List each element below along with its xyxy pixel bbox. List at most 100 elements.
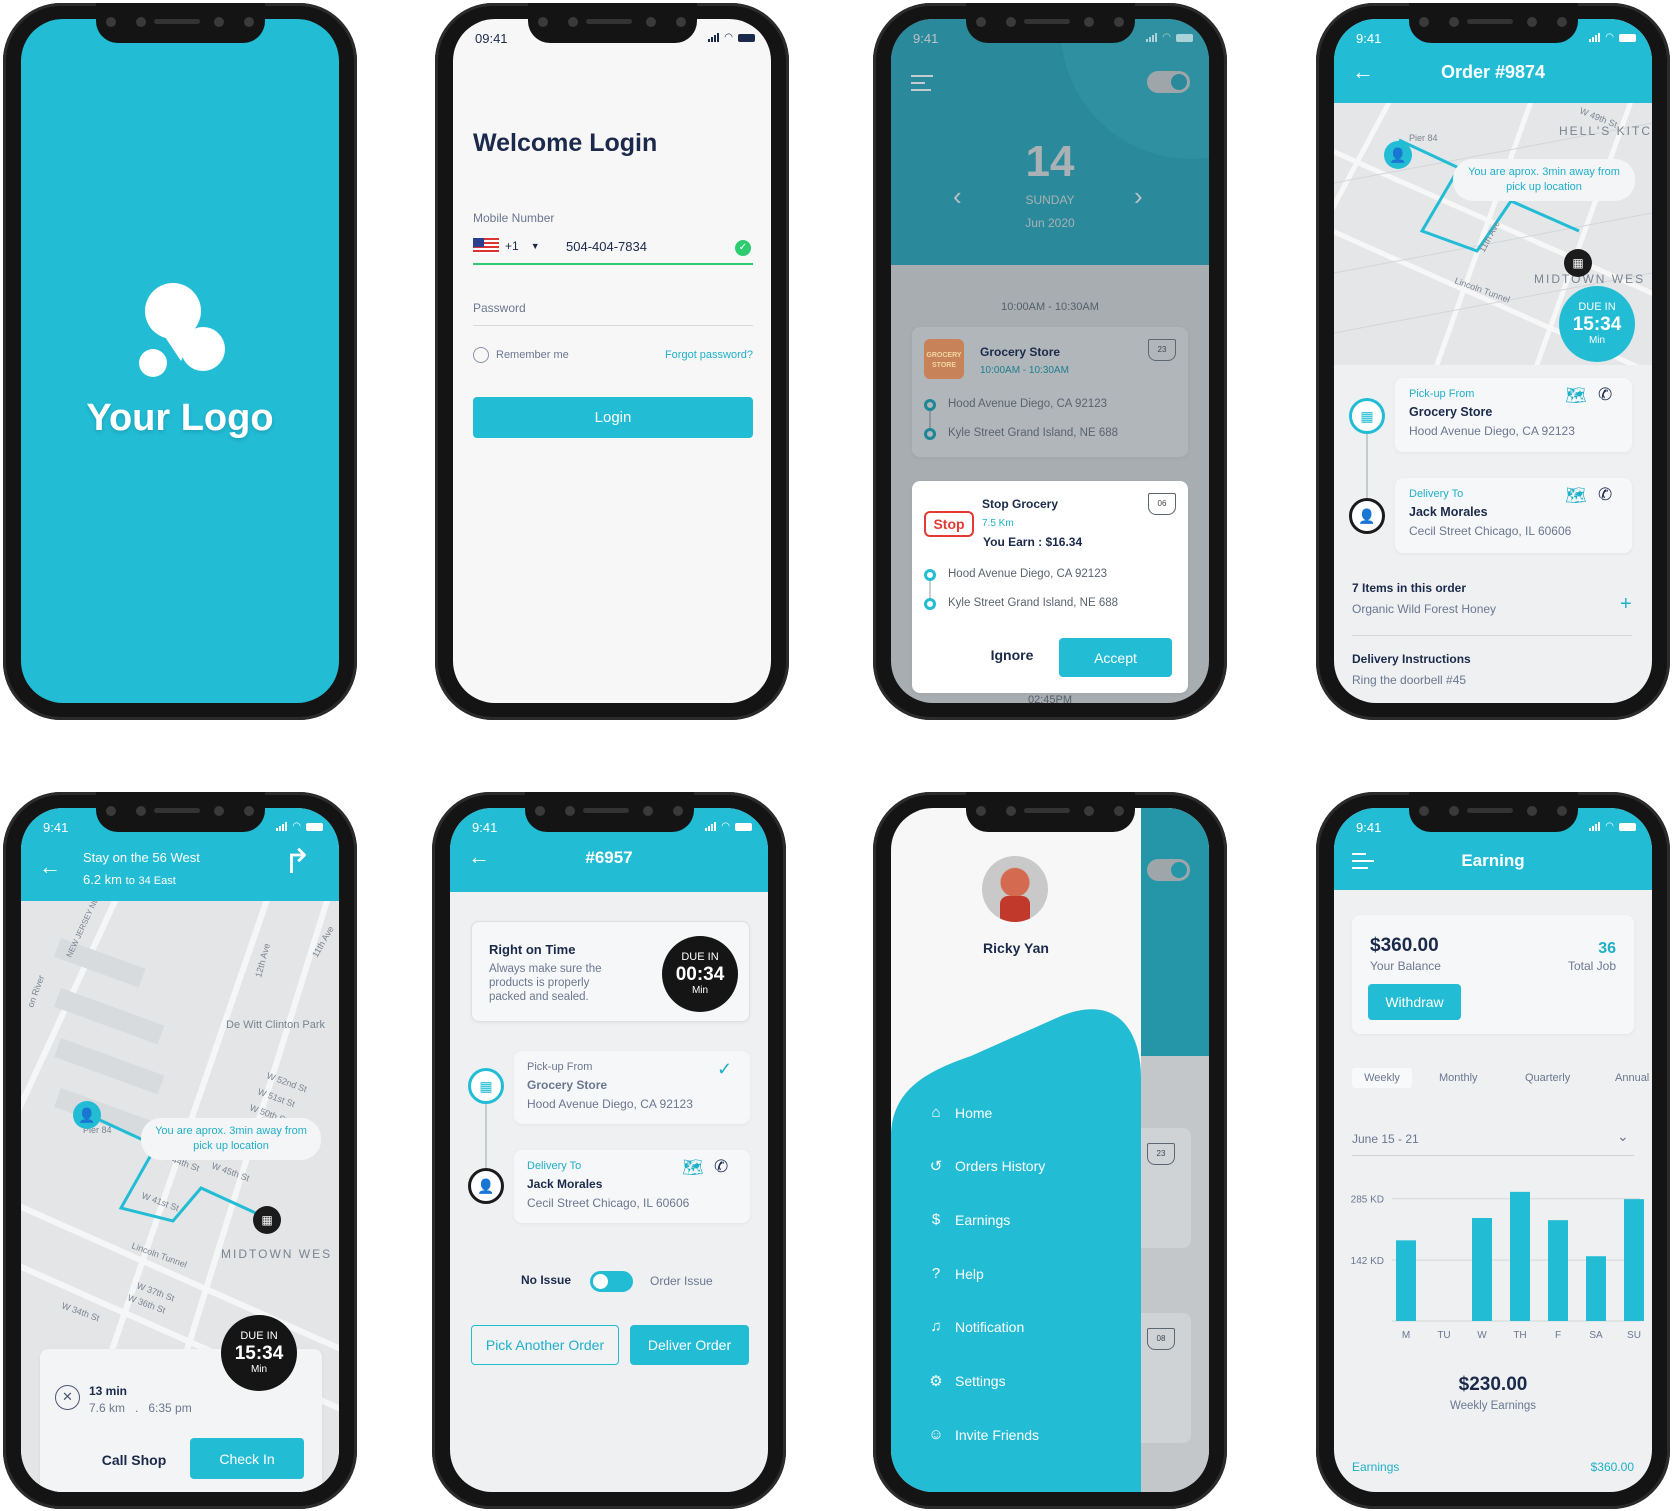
map-icon[interactable]: 🗺 (682, 1158, 704, 1178)
to-dot-icon (924, 598, 936, 610)
eta-bubble: You are aprox. 3min away from pick up lo… (1453, 159, 1635, 201)
menu-item-label: Invite Friends (955, 1426, 1040, 1443)
withdraw-button[interactable]: Withdraw (1368, 984, 1461, 1020)
tab-monthly[interactable]: Monthly (1439, 1072, 1478, 1084)
map-icon[interactable]: 🗺 (1565, 486, 1587, 506)
status-title: Right on Time (489, 942, 576, 957)
phone-login: 09:41 ◠ Welcome Login Mobile Number +1 ▼… (435, 3, 789, 720)
basket-icon: 23 (1148, 339, 1176, 361)
avatar[interactable] (982, 856, 1048, 922)
due-timer: DUE IN 15:34 Min (221, 1315, 297, 1391)
from-address: Hood Avenue Diego, CA 92123 (948, 398, 1107, 410)
forgot-password-link[interactable]: Forgot password? (665, 349, 753, 361)
dollar-icon: $ (931, 1211, 941, 1228)
due-timer: DUE IN 00:34 Min (662, 936, 738, 1012)
map-icon[interactable]: 🗺 (1565, 386, 1587, 406)
y-tick-label: 142 KD (1351, 1256, 1384, 1267)
status-time: 9:41 (1356, 31, 1382, 46)
order-issue-label: Order Issue (650, 1274, 713, 1288)
slot-time: 10:00AM - 10:30AM (1001, 301, 1099, 313)
store-name: Stop Grocery (982, 497, 1059, 511)
order-card[interactable]: GROCERY STORE Grocery Store 10:00AM - 10… (912, 327, 1188, 457)
x-tick-label: SU (1627, 1330, 1641, 1341)
pickup-card[interactable]: Pick-up From Grocery Store Hood Avenue D… (514, 1051, 750, 1124)
menu-item-help[interactable]: ? Help (927, 1265, 984, 1282)
period-select[interactable]: June 15 - 21 (1352, 1132, 1419, 1146)
tab-quarterly[interactable]: Quarterly (1525, 1072, 1570, 1084)
chevron-down-icon[interactable]: ⌄ (1617, 1128, 1629, 1145)
basket-icon: 08 (1147, 1328, 1175, 1350)
menu-item-home[interactable]: ⌂ Home (927, 1104, 992, 1121)
status-card: Right on Time Always make sure the produ… (471, 921, 750, 1022)
password-input[interactable]: Password (473, 301, 753, 315)
notch (525, 792, 694, 832)
call-shop-button[interactable]: Call Shop (94, 1452, 174, 1468)
remember-me-label: Remember me (496, 349, 569, 361)
phone-icon[interactable]: ✆ (1598, 485, 1612, 505)
deliver-order-button[interactable]: Deliver Order (630, 1325, 749, 1365)
ignore-button[interactable]: Ignore (972, 647, 1052, 663)
pickup-store-icon: ▦ (1349, 398, 1385, 434)
mobile-underline (473, 263, 753, 265)
new-order-card[interactable]: Stop Stop Grocery 7.5 Km You Earn : $16.… (912, 481, 1188, 693)
expand-items-plus-icon[interactable]: + (1620, 593, 1632, 616)
menu-item-earnings[interactable]: $ Earnings (927, 1211, 1010, 1228)
date-month: Jun 2020 (1025, 216, 1075, 230)
menu-item-notification[interactable]: ♫ Notification (927, 1318, 1024, 1335)
phone-splash: Your Logo (3, 3, 357, 720)
map-label: MIDTOWN WES (1534, 272, 1645, 286)
accept-button[interactable]: Accept (1059, 638, 1172, 677)
grocery-store-logo: GROCERY STORE (924, 339, 964, 379)
delivery-label: Delivery To (1409, 488, 1464, 500)
from-dot-icon (924, 399, 936, 411)
status-time: 09:41 (475, 31, 508, 46)
bell-icon: ♫ (930, 1318, 942, 1335)
due-unit: Min (691, 985, 709, 997)
separator: . (135, 1401, 139, 1415)
pickup-card[interactable]: Pick-up From Grocery Store Hood Avenue D… (1395, 378, 1632, 452)
pick-another-order-button[interactable]: Pick Another Order (471, 1325, 619, 1365)
due-unit: Min (1588, 335, 1606, 347)
tab-weekly[interactable]: Weekly (1352, 1068, 1412, 1088)
status-icons: ◠ (705, 821, 752, 832)
customer-icon: 👤 (1349, 498, 1385, 534)
store-distance: 7.5 Km (982, 518, 1014, 529)
status-icons: ◠ (1146, 32, 1193, 43)
basket-icon: 06 (1148, 493, 1176, 515)
due-value: 15:34 (1572, 313, 1622, 335)
from-address: Hood Avenue Diego, CA 92123 (948, 568, 1107, 580)
issue-toggle[interactable] (590, 1271, 633, 1292)
x-tick-label: M (1402, 1330, 1410, 1341)
bar (1586, 1256, 1606, 1321)
distance-text: 6.2 km to 34 East (83, 872, 176, 887)
pickup-name: Grocery Store (527, 1078, 608, 1092)
tab-annual[interactable]: Annual (1615, 1072, 1649, 1084)
balance-label: Your Balance (1370, 959, 1441, 973)
menu-item-invite-friends[interactable]: ☺ Invite Friends (927, 1426, 1039, 1443)
back-arrow-icon[interactable]: ← (39, 854, 61, 880)
phone-icon[interactable]: ✆ (714, 1157, 728, 1177)
pickup-address: Hood Avenue Diego, CA 92123 (1409, 424, 1575, 438)
status-time: 9:41 (913, 31, 939, 46)
footer-earnings-value: $360.00 (1590, 1460, 1634, 1474)
mobile-input[interactable]: 504-404-7834 (566, 239, 647, 254)
menu-item-settings[interactable]: ⚙ Settings (927, 1372, 1005, 1390)
remember-me-checkbox[interactable]: Remember me (473, 347, 569, 363)
delivery-card[interactable]: Delivery To Jack Morales Cecil Street Ch… (1395, 478, 1632, 553)
cancel-x-icon[interactable]: ✕ (55, 1385, 80, 1410)
date-day: 14 (1025, 137, 1075, 186)
check-in-button[interactable]: Check In (190, 1438, 304, 1479)
phone-icon[interactable]: ✆ (1598, 385, 1612, 405)
instructions-title: Delivery Instructions (1352, 652, 1471, 666)
country-selector[interactable]: +1 ▼ (473, 238, 540, 254)
pickup-store-icon: ▦ (468, 1068, 504, 1104)
menu-icon[interactable] (911, 75, 933, 91)
store-pin-icon: ▦ (1564, 249, 1592, 277)
login-button[interactable]: Login (473, 397, 753, 438)
earn-amount: You Earn : $16.34 (983, 535, 1083, 549)
earnings-bar-chart: 285 KD 142 KD M TU W TH F SA SU (1351, 1191, 1644, 1341)
map-label: HELL'S KITC (1559, 124, 1652, 138)
online-toggle[interactable] (1147, 71, 1190, 93)
menu-item-orders-history[interactable]: ↺ Orders History (927, 1157, 1046, 1175)
delivery-card[interactable]: Delivery To Jack Morales Cecil Street Ch… (514, 1150, 750, 1223)
